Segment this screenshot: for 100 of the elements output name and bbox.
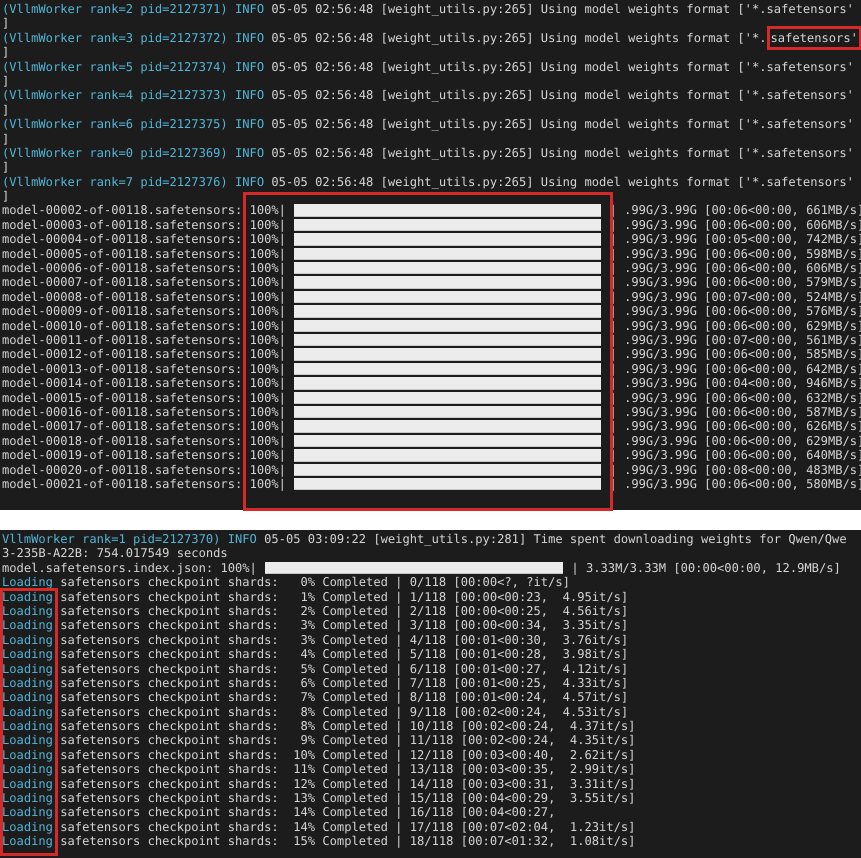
loading-label: Loading	[2, 676, 53, 690]
progress-text: safetensors checkpoint shards: 2% Completed | 2/118 [00:00<00:25, 4.56it/s]	[60, 604, 628, 618]
percent-text: 100%|	[250, 203, 286, 218]
progress-text: safetensors checkpoint shards: 7% Completed | 8/118 [00:01<00:24, 4.57it/s]	[60, 690, 628, 704]
progress-text: safetensors checkpoint shards: 11% Completed | 13/118 [00:03<00:35, 2.99it/s]	[60, 762, 636, 776]
percent-text: 100%|	[250, 347, 286, 362]
file-name: model-00009-of-00118.safetensors:	[2, 304, 242, 318]
log-message: 05-05 02:56:48 [weight_utils.py:265] Using model weights format ['*.safetensors'	[271, 146, 854, 160]
file-name: model-00021-of-00118.safetensors:	[2, 476, 242, 491]
log-message: 05-05 02:56:48 [weight_utils.py:265] Using model weights format ['*.safetensors'	[271, 174, 854, 189]
loading-label: Loading	[2, 575, 53, 590]
log-message: 05-05 02:56:48 [weight_utils.py:265] Using model weights format ['*.safetensors'	[271, 2, 854, 16]
log-prefix: (VllmWorker rank=0 pid=2127369) INFO	[2, 146, 264, 160]
progress-text: safetensors checkpoint shards: 0% Completed | 0/118 [00:00<?, ?it/s]	[60, 575, 570, 590]
loading-label: Loading	[2, 590, 53, 604]
file-name: model-00002-of-00118.safetensors:	[2, 203, 242, 218]
file-name: model-00005-of-00118.safetensors:	[2, 246, 242, 261]
file-name: model-00014-of-00118.safetensors:	[2, 376, 242, 390]
file-name: model-00006-of-00118.safetensors:	[2, 261, 242, 276]
file-name: model-00004-of-00118.safetensors:	[2, 232, 242, 246]
percent-text: 100%|	[250, 232, 286, 246]
loading-label: Loading	[2, 776, 53, 791]
progress-text: safetensors checkpoint shards: 12% Completed | 14/118 [00:03<00:31, 3.31it/s]	[60, 776, 636, 791]
progress-text: safetensors checkpoint shards: 3% Completed | 4/118 [00:01<00:30, 3.76it/s]	[60, 632, 628, 647]
highlighted-text: safetensors'	[766, 26, 861, 50]
log-prefix: (VllmWorker rank=7 pid=2127376) INFO	[2, 174, 264, 189]
percent-text: 100%|	[250, 390, 286, 405]
log-bracket: ]	[2, 160, 10, 174]
percent-text: 100%|	[250, 218, 286, 232]
log-prefix: VllmWorker rank=1 pid=2127370) INFO	[2, 532, 257, 546]
file-name: model-00018-of-00118.safetensors:	[2, 434, 242, 448]
file-name: model-00015-of-00118.safetensors:	[2, 390, 242, 405]
loading-label: Loading	[2, 618, 53, 632]
transfer-text: | 3.33M/3.33M [00:00<00:00, 12.9MB/s]	[571, 560, 841, 575]
file-name: model-00008-of-00118.safetensors:	[2, 290, 242, 304]
progress-text: safetensors checkpoint shards: 1% Completed | 1/118 [00:00<00:23, 4.95it/s]	[60, 590, 628, 604]
percent-text: 100%|	[250, 246, 286, 261]
percent-text: 100%|	[250, 290, 286, 304]
progress-text: safetensors checkpoint shards: 8% Completed | 10/118 [00:02<00:24, 4.37it/s]	[60, 719, 636, 734]
log-message: 05-05 02:56:48 [weight_utils.py:265] Using model weights format ['*.safetensors'	[271, 88, 854, 102]
progress-text: safetensors checkpoint shards: 9% Completed | 11/118 [00:02<00:24, 4.35it/s]	[60, 733, 636, 748]
progress-text: safetensors checkpoint shards: 8% Completed | 9/118 [00:02<00:24, 4.53it/s]	[60, 704, 628, 719]
progress-text: safetensors checkpoint shards: 4% Completed | 5/118 [00:01<00:28, 3.98it/s]	[60, 647, 628, 662]
file-name: model-00019-of-00118.safetensors:	[2, 448, 242, 462]
log-message: 3-235B-A22B: 754.017549 seconds	[2, 546, 228, 560]
file-name: model-00012-of-00118.safetensors:	[2, 347, 242, 362]
percent-text: 100%|	[250, 434, 286, 448]
file-name: model-00016-of-00118.safetensors:	[2, 404, 242, 419]
file-name: model-00013-of-00118.safetensors:	[2, 362, 242, 376]
loading-label: Loading	[2, 805, 53, 820]
log-bracket: ]	[2, 132, 10, 146]
loading-label: Loading	[2, 604, 53, 618]
log-message: 05-05 02:56:48 [weight_utils.py:265] Using model weights format ['*.safetensors'	[271, 117, 854, 132]
loading-label: Loading	[2, 632, 53, 647]
percent-text: 100%|	[250, 476, 286, 491]
progress-text: safetensors checkpoint shards: 10% Completed | 12/118 [00:03<00:40, 2.62it/s]	[60, 748, 636, 762]
file-name: model-00020-of-00118.safetensors:	[2, 462, 242, 476]
log-bracket: ]	[2, 189, 10, 204]
log-prefix: (VllmWorker rank=2 pid=2127371) INFO	[2, 2, 264, 16]
loading-label: Loading	[2, 820, 53, 834]
percent-text: 100%|	[220, 560, 257, 575]
file-name: model.safetensors.index.json:	[2, 560, 214, 575]
file-name: model-00003-of-00118.safetensors:	[2, 218, 242, 232]
loading-label: Loading	[2, 719, 53, 734]
file-name: model-00011-of-00118.safetensors:	[2, 332, 242, 347]
log-prefix: (VllmWorker rank=5 pid=2127374) INFO	[2, 60, 264, 74]
percent-text: 100%|	[250, 362, 286, 376]
log-prefix: (VllmWorker rank=4 pid=2127373) INFO	[2, 88, 264, 102]
log-message: 05-05 03:09:22 [weight_utils.py:281] Time spent downloading weights for Qwen/Qwe	[264, 532, 847, 546]
log-prefix: (VllmWorker rank=6 pid=2127375) INFO	[2, 117, 264, 132]
log-bracket: ]	[2, 16, 10, 30]
loading-label: Loading	[2, 762, 53, 776]
percent-text: 100%|	[250, 332, 286, 347]
progress-text: safetensors checkpoint shards: 3% Completed | 3/118 [00:00<00:34, 3.35it/s]	[60, 618, 628, 632]
loading-label: Loading	[2, 704, 53, 719]
loading-label: Loading	[2, 647, 53, 662]
loading-label: Loading	[2, 834, 53, 848]
loading-label: Loading	[2, 690, 53, 704]
log-bracket: ]	[2, 74, 10, 88]
percent-text: 100%|	[250, 462, 286, 476]
percent-text: 100%|	[250, 304, 286, 318]
loading-label: Loading	[2, 791, 53, 806]
loading-label: Loading	[2, 733, 53, 748]
percent-text: 100%|	[250, 261, 286, 276]
log-prefix: (VllmWorker rank=3 pid=2127372) INFO	[2, 30, 264, 45]
percent-text: 100%|	[250, 275, 286, 290]
loading-label: Loading	[2, 748, 53, 762]
log-message: 05-05 02:56:48 [weight_utils.py:265] Using model weights format ['*.	[271, 30, 767, 45]
progress-text: safetensors checkpoint shards: 15% Completed | 18/118 [00:07<01:32, 1.08it/s]	[60, 834, 636, 848]
progress-text: safetensors checkpoint shards: 13% Completed | 15/118 [00:04<00:29, 3.55it/s]	[60, 791, 636, 806]
log-bracket: ]	[2, 45, 10, 60]
file-name: model-00007-of-00118.safetensors:	[2, 275, 242, 290]
percent-text: 100%|	[250, 404, 286, 419]
percent-text: 100%|	[250, 419, 286, 434]
file-name: model-00010-of-00118.safetensors:	[2, 318, 242, 333]
percent-text: 100%|	[250, 448, 286, 462]
progress-text: safetensors checkpoint shards: 6% Completed | 7/118 [00:01<00:25, 4.33it/s]	[60, 676, 628, 690]
progress-text: safetensors checkpoint shards: 14% Completed | 17/118 [00:07<02:04, 1.23it/s]	[60, 820, 636, 834]
file-name: model-00017-of-00118.safetensors:	[2, 419, 242, 434]
log-bracket: ]	[2, 102, 10, 117]
